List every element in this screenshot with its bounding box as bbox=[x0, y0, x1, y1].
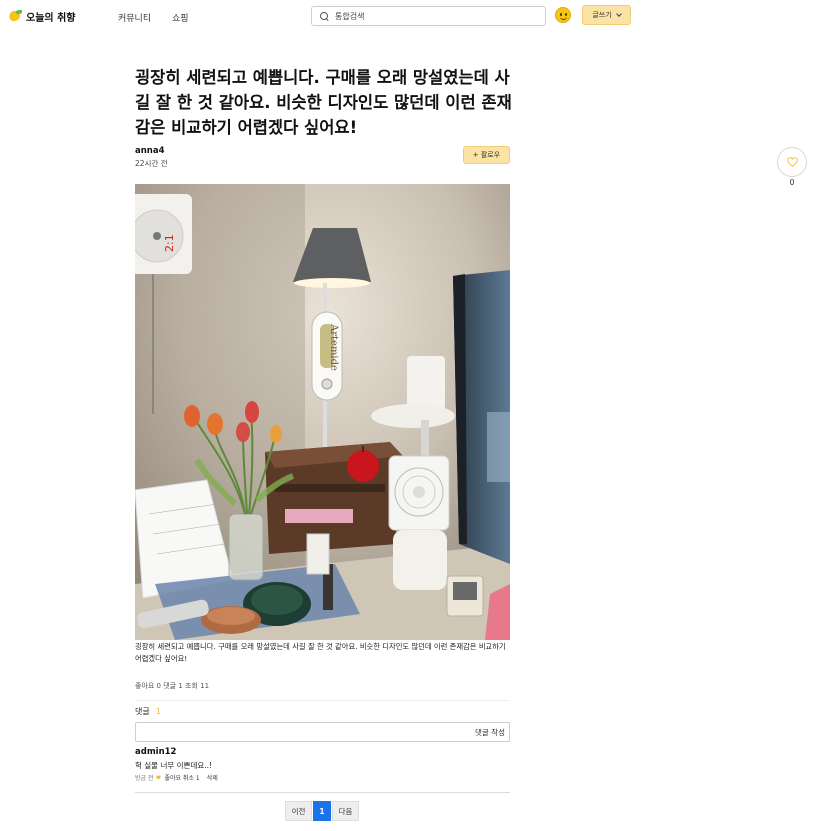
write-button-label: 글쓰기 bbox=[592, 11, 612, 19]
divider bbox=[135, 700, 510, 701]
profile-smiley-icon[interactable] bbox=[555, 7, 571, 23]
comment-author[interactable]: admin12 bbox=[135, 747, 176, 757]
comment-input[interactable]: 댓글 작성 bbox=[135, 722, 510, 742]
comment-unlike-button[interactable]: 좋아요 취소 1 bbox=[164, 773, 199, 782]
comments-header: 댓글 1 bbox=[135, 706, 161, 717]
top-header: 오늘의 취향 커뮤니티 쇼핑 글쓰기 bbox=[0, 0, 818, 34]
search-bar[interactable] bbox=[311, 6, 546, 26]
pagination-page-1[interactable]: 1 bbox=[313, 801, 331, 821]
search-input[interactable] bbox=[335, 11, 535, 21]
write-button[interactable]: 글쓰기 bbox=[582, 5, 631, 25]
post-title: 굉장히 세련되고 예쁩니다. 구매를 오래 망설였는데 사길 잘 한 것 같아요… bbox=[135, 68, 512, 137]
svg-text:2:1: 2:1 bbox=[163, 234, 176, 252]
comments-title: 댓글 bbox=[135, 707, 150, 716]
nav-community[interactable]: 커뮤니티 bbox=[118, 11, 151, 24]
comments-count: 1 bbox=[155, 707, 161, 716]
nav-shopping[interactable]: 쇼핑 bbox=[172, 11, 189, 24]
comment-text: 헉 실물 너무 이쁜데요..! bbox=[135, 761, 213, 770]
logo-text: 오늘의 취향 bbox=[26, 13, 76, 24]
post-time: 22시간 전 bbox=[135, 159, 168, 168]
pagination-prev-button[interactable]: 이전 bbox=[285, 801, 312, 821]
logo[interactable]: 오늘의 취향 bbox=[7, 9, 76, 24]
follow-button[interactable]: + 팔로우 bbox=[463, 146, 510, 164]
heart-icon bbox=[156, 775, 162, 780]
pagination: 이전 1 다음 bbox=[285, 801, 359, 821]
search-icon bbox=[320, 11, 329, 21]
comment-meta: 방금 전 좋아요 취소 1 삭제 bbox=[135, 773, 218, 782]
post-stats: 좋아요 0 댓글 1 조회 11 bbox=[135, 682, 210, 690]
heart-icon bbox=[786, 157, 798, 167]
post-photo: 2:1 Artemide bbox=[135, 184, 510, 640]
lemon-logo-icon bbox=[7, 9, 22, 23]
like-count: 0 bbox=[789, 178, 795, 187]
divider bbox=[135, 792, 510, 793]
post-body: 굉장히 세련되고 예쁩니다. 구매를 오래 망설였는데 사길 잘 한 것 같아요… bbox=[135, 642, 506, 663]
pagination-next-button[interactable]: 다음 bbox=[332, 801, 359, 821]
comment-time: 방금 전 bbox=[135, 775, 154, 782]
like-button[interactable] bbox=[777, 147, 807, 177]
post-author[interactable]: anna4 bbox=[135, 146, 165, 156]
comment-submit-button[interactable]: 댓글 작성 bbox=[475, 727, 505, 738]
chevron-down-icon bbox=[615, 10, 622, 17]
comment-delete-button[interactable]: 삭제 bbox=[207, 773, 218, 782]
lamp-brand-text: Artemide bbox=[328, 323, 339, 371]
